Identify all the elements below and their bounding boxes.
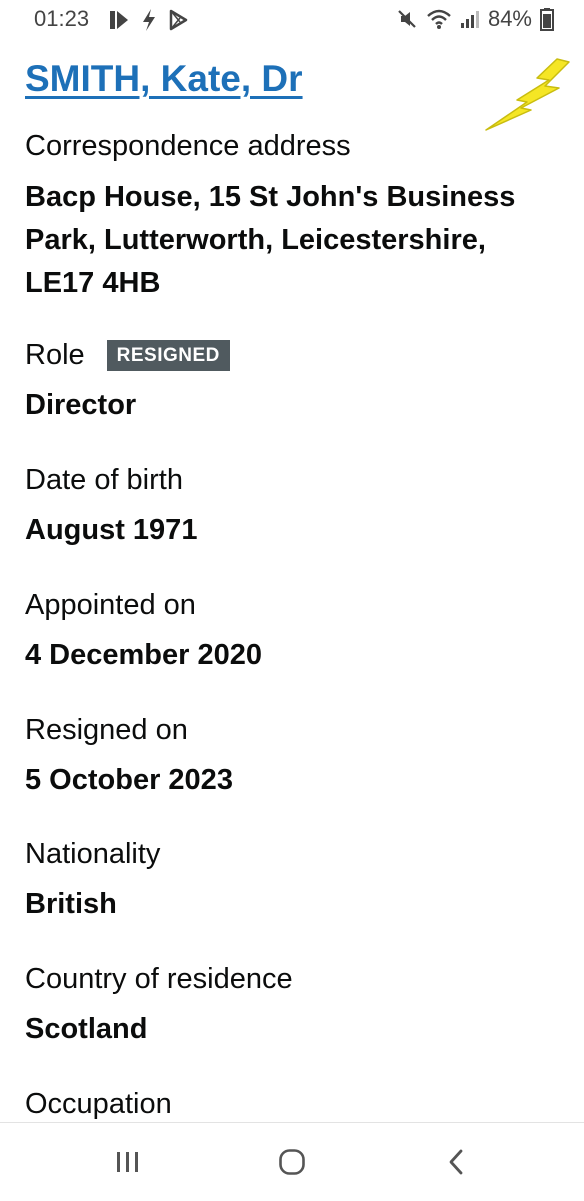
resigned-value: 5 October 2023 xyxy=(25,764,233,796)
status-bar: 01:23 84% xyxy=(0,0,584,42)
address-line-3: LE17 4HB xyxy=(25,267,161,299)
address-line-2: Park, Lutterworth, Leicestershire, xyxy=(25,224,486,256)
occupation-label: Occupation xyxy=(25,1088,172,1120)
role-value: Director xyxy=(25,389,137,421)
resigned-label: Resigned on xyxy=(25,714,188,746)
battery-icon xyxy=(540,7,554,31)
residence-value: Scotland xyxy=(25,1013,148,1045)
role-field: Role RESIGNED Director xyxy=(25,337,230,427)
appointed-field: Appointed on 4 December 2020 xyxy=(25,587,262,677)
mute-icon xyxy=(396,8,418,30)
dob-field: Date of birth August 1971 xyxy=(25,462,197,552)
lightning-bolt-icon xyxy=(483,56,573,139)
status-right-icons: 84% xyxy=(396,6,554,32)
media-play-icon xyxy=(108,8,130,32)
navigation-bar xyxy=(0,1122,584,1201)
back-icon[interactable] xyxy=(436,1145,476,1179)
status-badge: RESIGNED xyxy=(106,339,230,371)
play-store-icon xyxy=(168,8,188,32)
address-value: Bacp House, 15 St John's Business Park, … xyxy=(25,176,515,305)
address-field: Correspondence address Bacp House, 15 St… xyxy=(25,128,515,305)
role-label: Role xyxy=(25,339,85,371)
address-line-1: Bacp House, 15 St John's Business xyxy=(25,181,516,213)
resigned-field: Resigned on 5 October 2023 xyxy=(25,712,233,802)
residence-label: Country of residence xyxy=(25,963,293,995)
signal-icon xyxy=(460,8,480,30)
address-label: Correspondence address xyxy=(25,130,351,162)
recent-apps-icon[interactable] xyxy=(108,1145,148,1179)
role-label-row: Role RESIGNED xyxy=(25,337,230,373)
officer-name-link[interactable]: SMITH, Kate, Dr xyxy=(25,58,303,100)
status-left-icons xyxy=(108,8,188,32)
home-icon[interactable] xyxy=(272,1145,312,1179)
appointed-value: 4 December 2020 xyxy=(25,639,262,671)
flash-icon xyxy=(140,8,158,32)
appointed-label: Appointed on xyxy=(25,589,196,621)
wifi-icon xyxy=(426,8,452,30)
dob-label: Date of birth xyxy=(25,464,183,496)
nationality-field: Nationality British xyxy=(25,836,160,926)
status-time: 01:23 xyxy=(34,6,90,31)
nationality-label: Nationality xyxy=(25,838,161,870)
occupation-field: Occupation xyxy=(25,1086,172,1122)
residence-field: Country of residence Scotland xyxy=(25,961,293,1051)
nationality-value: British xyxy=(25,888,117,920)
dob-value: August 1971 xyxy=(25,514,198,546)
battery-percent: 84% xyxy=(487,6,532,31)
